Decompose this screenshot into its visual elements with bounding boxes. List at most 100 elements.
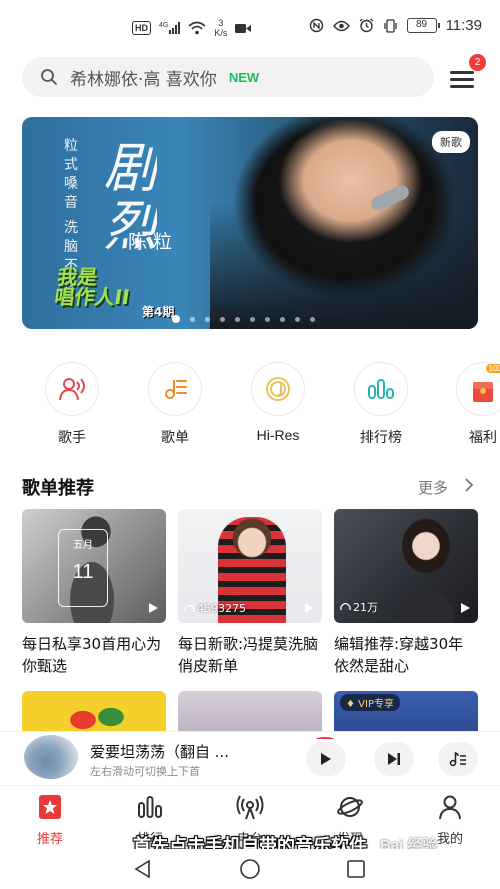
carousel-dot[interactable] (280, 316, 285, 322)
playlist-title: 编辑推荐:穿越30年依然是甜心 (334, 635, 464, 675)
wifi-icon (188, 21, 206, 35)
playlist-card[interactable]: 4593275 每日新歌:冯提莫洗脑俏皮新单 (178, 509, 322, 677)
player-album-art[interactable] (24, 735, 78, 779)
system-nav-bar (0, 849, 500, 889)
carousel-dots[interactable] (172, 315, 315, 323)
carousel-dot[interactable] (295, 316, 300, 322)
episode-label: 第4期 (142, 305, 175, 319)
category-label: 排行榜 (360, 429, 402, 445)
category-chart[interactable]: 排行榜 (346, 362, 416, 447)
home-icon[interactable] (239, 858, 261, 880)
status-right: 89 11:39 (309, 17, 482, 34)
discover-icon (337, 797, 363, 817)
play-button[interactable] (306, 742, 346, 776)
recents-icon[interactable] (346, 859, 366, 879)
mini-player[interactable]: 爱要坦荡荡（翻自 ... 左右滑动可切换上下首 (0, 731, 500, 785)
net-speed-value: 3 (218, 18, 224, 28)
playlist-cover: 4593275 (178, 509, 322, 623)
gift-icon: 100 (456, 362, 500, 416)
carousel-dot[interactable] (205, 316, 210, 322)
eye-icon (332, 20, 350, 31)
play-icon[interactable] (305, 603, 314, 613)
play-count: 4593275 (184, 602, 246, 615)
player-song-title: 爱要坦荡荡（翻自 ... (90, 743, 230, 761)
menu-icon (450, 71, 474, 74)
carousel-dot[interactable] (235, 316, 240, 322)
playlist-button[interactable] (438, 742, 478, 776)
menu-button[interactable]: 2 (446, 54, 486, 94)
carousel-dot[interactable] (220, 316, 225, 322)
playlist-card-partial[interactable] (22, 691, 166, 731)
category-label: 福利 (469, 429, 497, 445)
headphones-icon (184, 604, 195, 612)
play-icon (321, 753, 331, 765)
carousel-dot[interactable] (310, 316, 315, 322)
cover-person (380, 513, 472, 623)
category-singer[interactable]: 歌手 (37, 362, 107, 447)
playlist-cover: 五月 11 (22, 509, 166, 623)
carousel-dot[interactable] (250, 316, 255, 322)
category-label: 歌单 (161, 429, 189, 445)
menu-icon-line (450, 85, 474, 88)
chevron-right-icon[interactable] (460, 476, 478, 494)
playlist-card[interactable]: 五月 11 每日私享30首用心为你甄选 (22, 509, 166, 677)
playlist-title: 每日私享30首用心为你甄选 (22, 635, 162, 675)
date-day: 11 (72, 561, 94, 583)
cover-art (62, 699, 132, 729)
playlist-title: 每日新歌:冯提莫洗脑俏皮新单 (178, 635, 319, 675)
hd-indicator: HD (132, 21, 151, 35)
play-progress-indicator (316, 737, 334, 741)
status-left: HD 4G 3 K/s (132, 18, 252, 38)
category-label: 歌手 (58, 429, 86, 445)
gift-badge: 100 (485, 364, 500, 373)
category-row: 歌手 歌单 Hi-Res 排行榜 100 福利 (0, 362, 500, 445)
playlist-icon (148, 362, 202, 416)
next-icon (388, 753, 400, 765)
date-month: 五月 (73, 540, 93, 551)
next-button[interactable] (374, 742, 414, 776)
playlist-cover: 21万 (334, 509, 478, 623)
alarm-icon (359, 18, 373, 33)
category-gift[interactable]: 100 福利 (448, 362, 500, 447)
net-speed-unit: K/s (214, 28, 228, 38)
rank-icon (138, 796, 162, 818)
play-count: 21万 (340, 599, 378, 615)
banner[interactable]: 新歌 粒式嗓音 洗脑不停 剧烈 陈粒 我是 唱作人II 第4期 (22, 117, 478, 329)
clock: 11:39 (445, 17, 482, 34)
carousel-dot[interactable] (265, 316, 270, 322)
player-hint: 左右滑动可切换上下首 (90, 765, 200, 778)
search-bar[interactable]: 希林娜依·高 喜欢你 NEW (22, 57, 434, 97)
search-new-tag: NEW (228, 69, 260, 85)
playlist-card-partial[interactable]: ♦ VIP专享 (334, 691, 478, 731)
signal-icon: 4G (159, 22, 181, 34)
status-bar: HD 4G 3 K/s 89 11:39 (0, 0, 500, 56)
back-icon[interactable] (133, 859, 153, 879)
chart-icon (354, 362, 408, 416)
star-icon (39, 795, 61, 819)
show-logo: 我是 唱作人II (53, 265, 134, 309)
play-icon[interactable] (461, 603, 470, 613)
category-hires[interactable]: Hi-Res (243, 362, 313, 443)
play-count-value: 4593275 (197, 602, 246, 615)
more-link[interactable]: 更多 (418, 477, 448, 498)
category-playlist[interactable]: 歌单 (140, 362, 210, 447)
search-icon (41, 69, 57, 85)
menu-icon-line (450, 78, 474, 81)
category-label: Hi-Res (256, 427, 300, 443)
network-type: 4G (159, 22, 169, 29)
video-icon (235, 23, 252, 33)
playlist-card[interactable]: 21万 编辑推荐:穿越30年依然是甜心 (334, 509, 478, 677)
menu-badge: 2 (469, 54, 486, 71)
banner-side-text-1: 粒式嗓音 (64, 138, 78, 211)
section-title: 歌单推荐 (22, 478, 94, 499)
playlist-card-partial[interactable] (178, 691, 322, 731)
vip-badge-label: VIP专享 (358, 699, 394, 710)
play-count-value: 21万 (353, 601, 378, 614)
radio-icon (236, 795, 264, 820)
banner-tag: 新歌 (432, 131, 470, 153)
carousel-dot[interactable] (190, 316, 195, 322)
date-frame: 五月 11 (58, 529, 108, 607)
nfc-icon (309, 18, 323, 33)
play-icon[interactable] (149, 603, 158, 613)
carousel-dot[interactable] (172, 315, 180, 323)
